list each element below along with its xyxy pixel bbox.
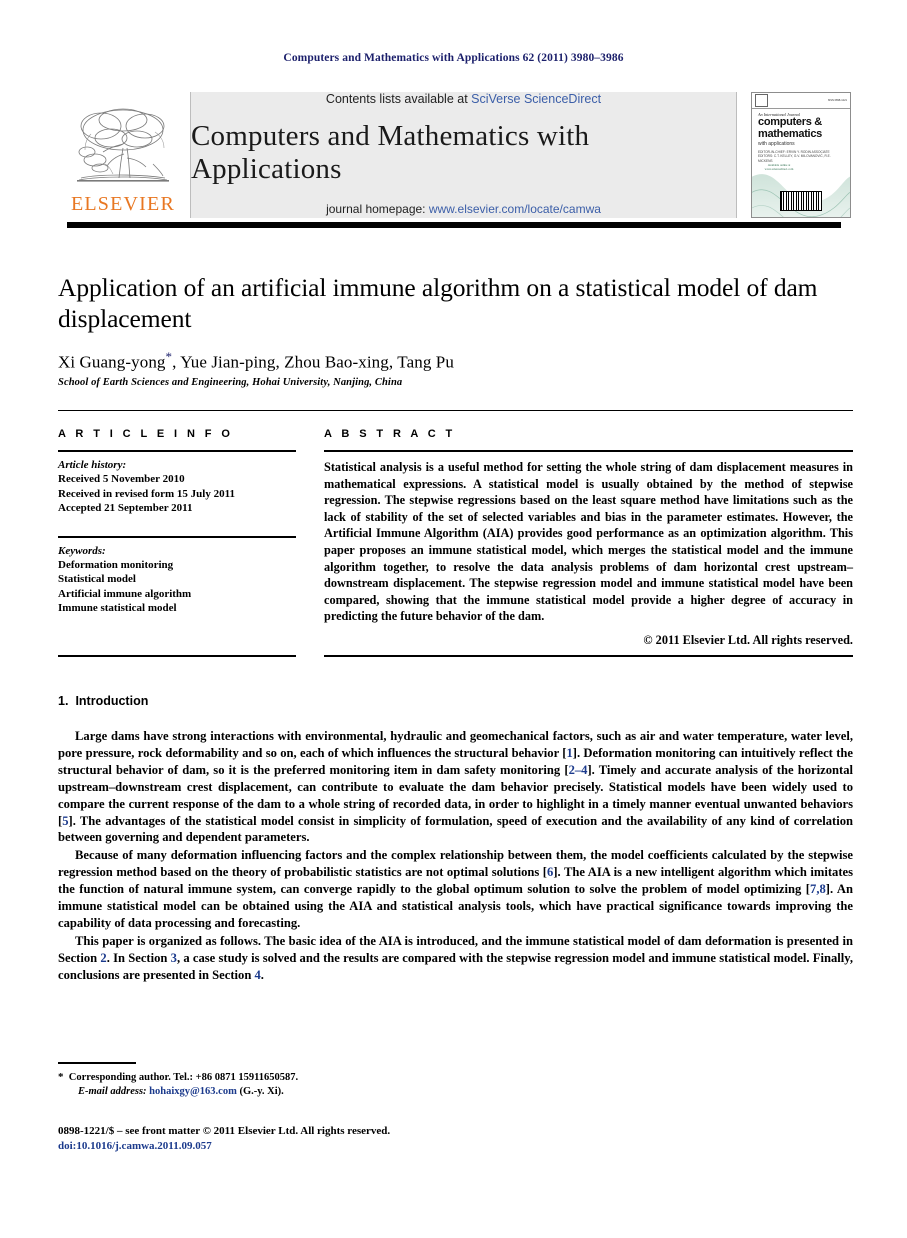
cover-barcode [780, 191, 822, 211]
abstract-top-rule [324, 450, 853, 452]
article-history-received: Received 5 November 2010 [58, 473, 185, 485]
abstract-column: A B S T R A C T Statistical analysis is … [324, 428, 853, 648]
body-paragraph-container: Large dams have strong interactions with… [58, 728, 853, 984]
title-bottom-rule [58, 410, 853, 411]
article-info-label: A R T I C L E I N F O [58, 428, 234, 440]
body-paragraph: Large dams have strong interactions with… [58, 728, 853, 846]
article-info-column: A R T I C L E I N F O Article history: R… [58, 428, 296, 648]
author-list: Xi Guang-yong*, Yue Jian-ping, Zhou Bao-… [58, 349, 853, 373]
paragraph-text: ]. The advantages of the statistical mod… [58, 813, 853, 845]
cover-title-line2: computers & [758, 116, 822, 128]
email-note: E-mail address: hohaixgy@163.com (G.-y. … [58, 1085, 458, 1099]
journal-band: Contents lists available at SciVerse Sci… [190, 92, 737, 218]
paragraph-text: , a case study is solved and the results… [58, 950, 854, 982]
cover-top-right: ISSN 0898-1221 [827, 99, 847, 102]
article-history-revised: Received in revised form 15 July 2011 [58, 487, 235, 500]
journal-cover-thumbnail: ISSN 0898-1221 An International Journal … [751, 92, 851, 218]
corresponding-author-note: * Corresponding author. Tel.: +86 0871 1… [58, 1070, 458, 1085]
citation-link[interactable]: 2–4 [569, 763, 588, 777]
abstract-label: A B S T R A C T [324, 428, 456, 440]
cover-publisher-badge [755, 94, 768, 107]
section-title: Introduction [75, 694, 149, 708]
page-title: Application of an artificial immune algo… [58, 273, 818, 333]
email-label: E-mail address: [78, 1086, 147, 1097]
masthead-bottom-rule [67, 222, 841, 228]
imprint-block: 0898-1221/$ – see front matter © 2011 El… [58, 1124, 558, 1153]
journal-homepage-line: journal homepage: www.elsevier.com/locat… [326, 202, 601, 216]
keyword-item: Immune statistical model [58, 602, 177, 614]
keywords-label: Keywords: [58, 544, 106, 557]
homepage-prefix: journal homepage: [326, 202, 429, 216]
corresponding-author-text: Corresponding author. Tel.: +86 0871 159… [68, 1072, 299, 1083]
cover-title-line3: mathematics [758, 127, 822, 140]
paragraph-text: . In Section [106, 950, 171, 965]
introduction-section: 1. Introduction Large dams have strong in… [58, 694, 853, 984]
keyword-item: Deformation monitoring [58, 558, 174, 571]
body-paragraph: Because of many deformation influencing … [58, 847, 853, 932]
article-info-top-rule [58, 450, 296, 452]
elsevier-logo: ELSEVIER [56, 92, 190, 218]
article-history-label: Article history: [58, 459, 127, 471]
other-authors: , Yue Jian-ping, Zhou Bao-xing, Tang Pu [172, 352, 454, 372]
abstract-text: Statistical analysis is a useful method … [324, 460, 853, 624]
abstract-copyright: © 2011 Elsevier Ltd. All rights reserved… [643, 632, 853, 647]
section-number: 1. [58, 694, 69, 708]
first-author: Xi Guang-yong [58, 352, 166, 372]
footnote-rule [58, 1062, 136, 1064]
elsevier-tree-icon [77, 108, 169, 182]
keyword-item: Statistical model [58, 573, 136, 585]
issn-line: 0898-1221/$ – see front matter © 2011 El… [58, 1125, 391, 1137]
cover-subtitle: with applications [758, 141, 795, 147]
contents-prefix: Contents lists available at [325, 92, 472, 106]
footnote-block: * Corresponding author. Tel.: +86 0871 1… [58, 1062, 458, 1099]
email-link[interactable]: hohaixgy@163.com [149, 1086, 237, 1097]
cover-title: computers & mathematics [758, 116, 822, 140]
info-abstract-row: A R T I C L E I N F O Article history: R… [58, 428, 853, 648]
abstract-bottom-rule [324, 655, 853, 657]
body-paragraph: This paper is organized as follows. The … [58, 933, 853, 984]
journal-title: Computers and Mathematics with Applicati… [191, 120, 590, 185]
email-suffix: (G.-y. Xi). [239, 1086, 284, 1097]
section-heading: 1. Introduction [58, 694, 853, 708]
contents-available-line: Contents lists available at SciVerse Sci… [326, 92, 601, 106]
paragraph-text: . [260, 967, 264, 982]
affiliation: School of Earth Sciences and Engineering… [58, 376, 403, 388]
cover-seal: Available online at www.sciencedirect.co… [764, 163, 794, 171]
cover-header-strip: ISSN 0898-1221 [752, 93, 850, 109]
article-info-bottom-rule [58, 655, 296, 657]
running-head: Computers and Mathematics with Applicati… [283, 52, 624, 64]
sciencedirect-link[interactable]: SciVerse ScienceDirect [471, 92, 601, 106]
keyword-item: Artificial immune algorithm [58, 587, 192, 600]
doi-link[interactable]: doi:10.1016/j.camwa.2011.09.057 [58, 1139, 558, 1154]
citation-link[interactable]: 7,8 [810, 882, 826, 896]
journal-masthead: ELSEVIER Contents lists available at Sci… [56, 92, 851, 218]
elsevier-wordmark: ELSEVIER [70, 193, 176, 215]
title-block: Application of an artificial immune algo… [58, 272, 853, 388]
footnote-star-icon: * [58, 1071, 64, 1083]
journal-homepage-link[interactable]: www.elsevier.com/locate/camwa [429, 202, 601, 216]
article-history-accepted: Accepted 21 September 2011 [58, 502, 193, 514]
paper-page: Computers and Mathematics with Applicati… [0, 0, 907, 1238]
keywords-top-rule [58, 535, 296, 538]
